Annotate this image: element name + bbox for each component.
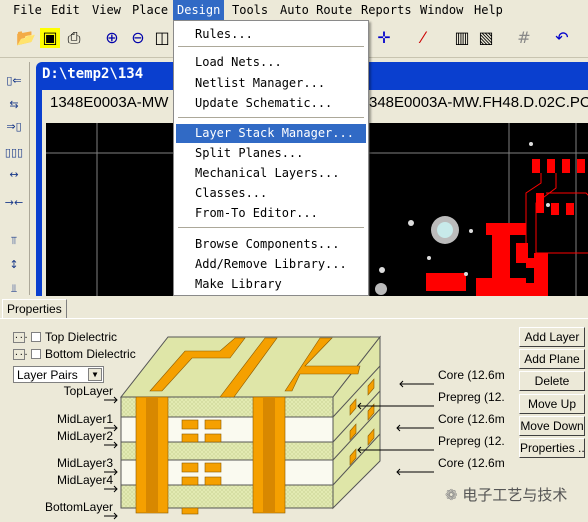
menu-item-load-nets[interactable]: Load Nets... [176, 53, 366, 72]
open-folder-icon[interactable]: 📂 [16, 28, 36, 48]
add-layer-button[interactable]: Add Layer [519, 327, 585, 347]
menu-item-mechanical-layers[interactable]: Mechanical Layers... [176, 164, 366, 183]
menu-item-layer-stack-manager[interactable]: Layer Stack Manager... [176, 124, 366, 143]
layer-label-mid3[interactable]: MidLayer3 [57, 456, 113, 470]
distribute-vertical-icon[interactable]: ↕ [2, 258, 26, 276]
layer-label-mid4[interactable]: MidLayer4 [57, 473, 113, 487]
layer-label-mid2[interactable]: MidLayer2 [57, 429, 113, 443]
menu-edit[interactable]: Edit [51, 3, 80, 17]
watermark: ❁ 电子工艺与技术 [445, 484, 567, 505]
dielectric-label[interactable]: Prepreg (12. [438, 434, 505, 448]
menu-auto-route[interactable]: Auto Route [280, 3, 352, 17]
dielectric-label[interactable]: Core (12.6m [438, 412, 505, 426]
menu-item-add-remove-library[interactable]: Add/Remove Library... [176, 255, 366, 274]
document-title: D:\temp2\134 [42, 66, 144, 82]
left-toolbar: ▯⇐ ⇆ ⇒▯ ▯▯▯ ↔ →← ⫪ ↕ ⫫ [0, 62, 30, 295]
decrease-spacing-icon[interactable]: →← [2, 196, 26, 214]
menu-tools[interactable]: Tools [232, 3, 268, 17]
undo-icon[interactable]: ↶ [552, 28, 572, 48]
layer-label-top[interactable]: TopLayer [64, 384, 113, 398]
document-tab[interactable]: 1348E0003A-MW [50, 94, 168, 111]
move-cross-icon[interactable]: ✛ [374, 28, 394, 48]
menu-item-classes[interactable]: Classes... [176, 184, 366, 203]
watermark-text: 电子工艺与技术 [462, 486, 568, 504]
increase-spacing-icon[interactable]: ↔ [2, 168, 26, 186]
menu-item-from-to-editor[interactable]: From-To Editor... [176, 204, 366, 223]
align-center-icon[interactable]: ⇆ [2, 98, 26, 116]
browse-library-icon[interactable]: ▧ [476, 28, 496, 48]
properties-button[interactable]: Properties ... [519, 438, 585, 458]
menu-item-split-planes[interactable]: Split Planes... [176, 144, 366, 163]
delete-button[interactable]: Delete [519, 371, 585, 391]
layer-label-mid1[interactable]: MidLayer1 [57, 412, 113, 426]
menu-item-make-library[interactable]: Make Library [176, 275, 366, 294]
menu-item-update-schematic[interactable]: Update Schematic... [176, 94, 366, 113]
print-icon[interactable]: ⎙ [64, 28, 84, 48]
wechat-icon: ❁ [445, 486, 463, 504]
document-tab[interactable]: 348E0003A-MW.FH48.D.02C.PC [369, 94, 588, 111]
move-up-button[interactable]: Move Up [519, 394, 585, 414]
menu-help[interactable]: Help [474, 3, 503, 17]
zoom-in-icon[interactable]: ⊕ [102, 28, 122, 48]
dielectric-label[interactable]: Core (12.6m [438, 368, 505, 382]
menu-view[interactable]: View [92, 3, 121, 17]
layer-label-bottom[interactable]: BottomLayer [45, 500, 113, 514]
menu-separator [178, 227, 364, 229]
save-icon[interactable]: ▣ [40, 28, 60, 48]
dielectric-label[interactable]: Prepreg (12. [438, 390, 505, 404]
dielectric-label[interactable]: Core (12.6m [438, 456, 505, 470]
menu-item-rules[interactable]: Rules... [176, 25, 366, 44]
align-left-icon[interactable]: ▯⇐ [2, 74, 26, 92]
menu-place[interactable]: Place [132, 3, 168, 17]
distribute-horizontal-icon[interactable]: ▯▯▯ [2, 146, 26, 164]
menu-file[interactable]: File [13, 3, 42, 17]
zoom-fit-icon[interactable]: ◫ [152, 28, 172, 48]
menu-item-netlist-manager[interactable]: Netlist Manager... [176, 74, 366, 93]
menu-window[interactable]: Window [420, 3, 463, 17]
library-icon[interactable]: ▥ [452, 28, 472, 48]
align-right-icon[interactable]: ⇒▯ [2, 120, 26, 138]
add-plane-button[interactable]: Add Plane [519, 349, 585, 369]
menu-bar: File Edit View Place Design Tools Auto R… [0, 0, 588, 20]
grid-icon[interactable]: # [514, 28, 534, 48]
menu-reports[interactable]: Reports [361, 3, 412, 17]
move-down-button[interactable]: Move Down [519, 416, 585, 436]
zoom-out-icon[interactable]: ⊖ [128, 28, 148, 48]
wand-icon[interactable]: ⁄ [413, 28, 433, 48]
menu-separator [178, 46, 364, 48]
menu-separator [178, 117, 364, 119]
design-menu: Rules... Load Nets... Netlist Manager...… [173, 20, 369, 296]
menu-item-browse-components[interactable]: Browse Components... [176, 235, 366, 254]
align-top-icon[interactable]: ⫪ [2, 234, 26, 252]
menu-design[interactable]: Design [173, 0, 225, 20]
